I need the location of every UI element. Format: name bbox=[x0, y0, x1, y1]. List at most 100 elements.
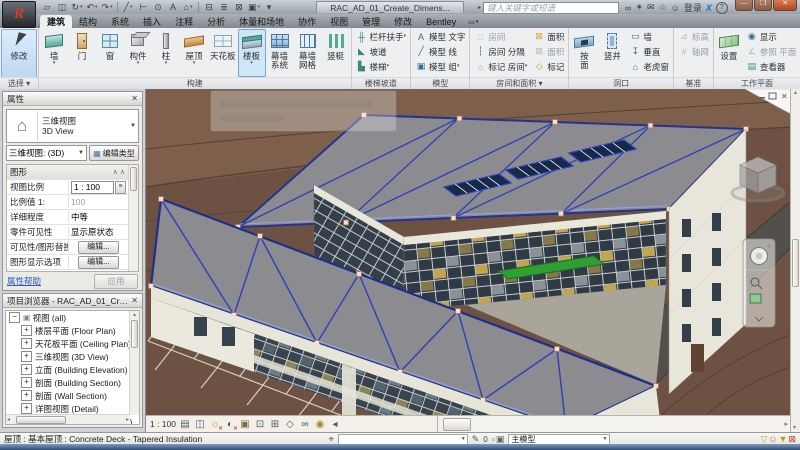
undo-icon[interactable]: ↶▾ bbox=[85, 1, 99, 13]
worksharing-display-icon[interactable]: ▽ bbox=[760, 434, 767, 445]
close-hidden-windows-icon[interactable]: ⊠ bbox=[232, 1, 246, 13]
filter-icon[interactable]: ▼ bbox=[779, 434, 788, 444]
tag-icon[interactable]: ⊙ bbox=[151, 1, 165, 13]
design-option-dropdown[interactable]: 主模型 ▼ bbox=[508, 434, 610, 445]
expand-icon[interactable]: + bbox=[21, 351, 32, 362]
floor-button[interactable]: 楼板▾ bbox=[238, 29, 266, 77]
shaft-button[interactable]: 竖井 bbox=[598, 29, 626, 77]
curtain-grid-button[interactable]: 幕墙 网格 bbox=[294, 29, 322, 77]
browser-tree-item[interactable]: +剖面 (Wall Section) bbox=[6, 389, 139, 402]
communication-center-icon[interactable]: ✉ bbox=[647, 2, 655, 13]
model-group-button[interactable]: 模型 组▾ bbox=[413, 59, 467, 74]
panel-label-5[interactable]: 基准 bbox=[674, 77, 713, 89]
expand-icon[interactable]: + bbox=[21, 377, 32, 388]
thin-lines-icon[interactable]: ≣ bbox=[217, 1, 231, 13]
detail-level-icon[interactable]: ▤ bbox=[179, 418, 191, 431]
browser-tree-item[interactable]: +天花板平面 (Ceiling Plan) bbox=[6, 337, 139, 350]
search-expand-icon[interactable]: ▸ bbox=[478, 4, 481, 11]
browser-root-item[interactable]: −▣视图 (all) bbox=[6, 311, 139, 324]
apply-button[interactable]: 应用 bbox=[94, 274, 138, 289]
temporary-hide-isolate-icon[interactable]: ∞ bbox=[299, 418, 311, 431]
property-input[interactable]: 1 : 100 bbox=[71, 181, 114, 194]
edit-button[interactable]: 编辑... bbox=[78, 256, 119, 269]
stair-button[interactable]: 楼梯▾ bbox=[354, 59, 409, 74]
panel-label-3[interactable]: 房间和面积 ▾ bbox=[470, 77, 568, 89]
subscription-center-icon[interactable]: ✶ bbox=[635, 2, 643, 13]
roof-button[interactable]: 屋顶▾ bbox=[180, 29, 208, 77]
browser-tree-item[interactable]: +剖面 (Building Section) bbox=[6, 376, 139, 389]
section-icon[interactable]: ⊟ bbox=[202, 1, 216, 13]
application-menu-button[interactable]: R bbox=[2, 1, 36, 28]
properties-close-icon[interactable]: ✕ bbox=[128, 94, 138, 103]
property-value[interactable]: 编辑... bbox=[69, 256, 128, 269]
browser-tree-item[interactable]: +三维视图 (3D View) bbox=[6, 350, 139, 363]
type-selector[interactable]: ⌂ 三维视图 3D View ▼ bbox=[6, 109, 139, 143]
shadows-icon[interactable]: ◐✕ bbox=[224, 418, 236, 431]
editing-requests-icon[interactable]: ☺ bbox=[768, 434, 777, 444]
horizontal-scrollbar[interactable]: ▸ bbox=[438, 415, 790, 432]
instance-selector[interactable]: 三维视图: (3D) ▼ bbox=[6, 145, 87, 161]
favorites-icon[interactable]: ☆ bbox=[659, 2, 667, 13]
model-text-button[interactable]: 模型 文字 bbox=[413, 29, 467, 44]
property-value[interactable]: 1 : 100≡ bbox=[69, 181, 128, 194]
more-icon[interactable]: ≡ bbox=[115, 181, 126, 194]
browser-vertical-scrollbar[interactable]: ▴ bbox=[129, 311, 139, 415]
opening-by-face-button[interactable]: 按 面 bbox=[570, 29, 598, 77]
view-scale-label[interactable]: 1 : 100 bbox=[150, 419, 176, 429]
window-button[interactable]: 窗 bbox=[96, 29, 124, 77]
model-line-button[interactable]: 模型 线 bbox=[413, 44, 467, 59]
mullion-button[interactable]: 竖梃 bbox=[322, 29, 350, 77]
ribbon-tab-11[interactable]: Bentley bbox=[419, 15, 463, 28]
sign-in-icon[interactable]: ☺ bbox=[671, 3, 680, 13]
expand-icon[interactable]: + bbox=[21, 403, 32, 414]
railing-button[interactable]: 栏杆扶手▾ bbox=[354, 29, 409, 44]
text-icon[interactable]: A bbox=[166, 1, 180, 13]
project-browser-close-icon[interactable]: ✕ bbox=[128, 296, 138, 305]
expand-icon[interactable]: + bbox=[21, 390, 32, 401]
component-button[interactable]: 构件▾ bbox=[124, 29, 152, 77]
vertical-opening-button[interactable]: 垂直 bbox=[627, 44, 671, 59]
exchange-apps-icon[interactable]: X bbox=[706, 3, 712, 13]
browser-horizontal-scrollbar[interactable]: ◂ ▸ bbox=[6, 414, 130, 424]
properties-scrollbar[interactable] bbox=[128, 165, 138, 271]
lock-3d-view-icon[interactable]: ◇ bbox=[284, 418, 296, 431]
ribbon-tab-0[interactable]: 建筑 bbox=[40, 15, 72, 28]
collapse-icon[interactable]: − bbox=[9, 312, 20, 323]
customize-qat-icon[interactable]: ▾ bbox=[262, 1, 276, 13]
panel-label-6[interactable]: 工作平面 bbox=[714, 77, 800, 89]
design-options-icon[interactable]: ▣ bbox=[496, 434, 505, 445]
edit-type-button[interactable]: ▦ 编辑类型 bbox=[89, 145, 139, 161]
maximize-button[interactable]: ❒ bbox=[754, 0, 772, 11]
viewer-button[interactable]: 查看器 bbox=[744, 59, 798, 74]
vertical-scrollbar[interactable]: ▴ ▾ bbox=[790, 89, 800, 432]
panel-label-0[interactable]: 构建 bbox=[39, 77, 351, 89]
wall-opening-button[interactable]: 墙 bbox=[627, 29, 671, 44]
ribbon-tab-10[interactable]: 修改 bbox=[387, 15, 419, 28]
room-separator-button[interactable]: 房间 分隔 bbox=[472, 44, 529, 59]
sun-path-icon[interactable]: ☼✕ bbox=[209, 418, 221, 431]
door-button[interactable]: 门 bbox=[68, 29, 96, 77]
panel-label-select[interactable]: 选择 ▾ bbox=[0, 77, 38, 89]
modify-button[interactable]: 修改 bbox=[1, 29, 37, 80]
workplane-set-button[interactable]: 设置 bbox=[715, 29, 743, 77]
show-crop-region-icon[interactable]: ⊞ bbox=[269, 418, 281, 431]
expand-icon[interactable]: + bbox=[21, 325, 32, 336]
minimize-button[interactable]: — bbox=[735, 0, 753, 11]
switch-windows-icon[interactable]: ▣▾ bbox=[247, 1, 261, 13]
default-3d-view-icon[interactable]: ⌂▾ bbox=[181, 1, 195, 13]
ribbon-tab-7[interactable]: 协作 bbox=[291, 15, 323, 28]
panel-label-4[interactable]: 洞口 bbox=[569, 77, 673, 89]
tag-area-button[interactable]: 标记 bbox=[531, 59, 566, 74]
curtain-system-button[interactable]: 幕墙 系统 bbox=[266, 29, 294, 77]
ceiling-button[interactable]: 天花板 bbox=[208, 29, 238, 77]
aligned-dimension-icon[interactable]: ⊢ bbox=[136, 1, 150, 13]
ribbon-tab-8[interactable]: 视图 bbox=[323, 15, 355, 28]
open-icon[interactable]: ▱ bbox=[40, 1, 54, 13]
panel-label-2[interactable]: 模型 bbox=[411, 77, 469, 89]
crop-view-icon[interactable]: ⊡ bbox=[254, 418, 266, 431]
workset-dropdown[interactable]: ▼ bbox=[338, 434, 468, 445]
viewport-canvas[interactable]: ✕ bbox=[146, 89, 791, 415]
help-icon[interactable]: ? bbox=[716, 2, 728, 14]
dormer-button[interactable]: 老虎窗 bbox=[627, 59, 671, 74]
sync-icon[interactable]: ↻▾ bbox=[70, 1, 84, 13]
